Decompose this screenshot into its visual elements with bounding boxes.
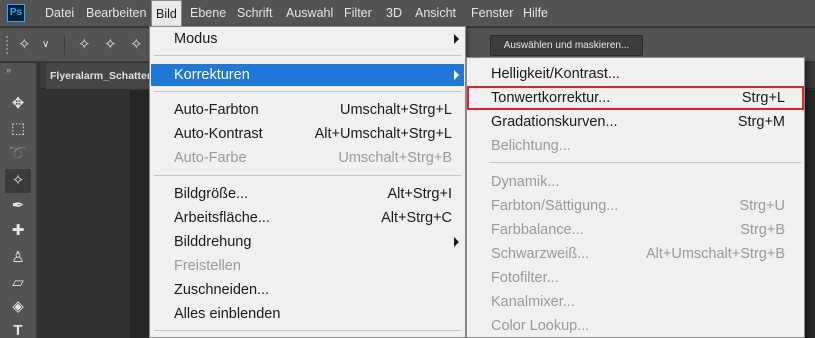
- menu-item-shortcut: Alt+Umschalt+Strg+L: [314, 126, 452, 142]
- menu-item-label: Schwarzweiß...: [491, 246, 590, 262]
- menu-divider: [489, 162, 801, 163]
- menu-item-label: Bildgröße...: [174, 186, 249, 202]
- menu-item-tonwertkorrektur[interactable]: Tonwertkorrektur... Strg+L: [467, 86, 804, 110]
- menu-item-label: Zuschneiden...: [174, 282, 270, 298]
- menu-item-shortcut: Alt+Strg+I: [387, 186, 452, 202]
- menu-item-auto-farbe: Auto-Farbe Umschalt+Strg+B: [151, 147, 464, 169]
- menu-fenster[interactable]: Fenster: [471, 0, 513, 27]
- menu-item-label: Gradationskurven...: [491, 114, 618, 130]
- menu-item-shortcut: Umschalt+Strg+B: [338, 150, 452, 166]
- menu-item-shortcut: Strg+B: [740, 222, 785, 238]
- korrekturen-submenu: Helligkeit/Kontrast... Tonwertkorrektur.…: [466, 57, 805, 338]
- menu-item-shortcut: Strg+L: [741, 90, 785, 106]
- menu-item-label: Farbbalance...: [491, 222, 584, 238]
- menu-item-label: Fotofilter...: [491, 270, 559, 286]
- menu-item-kanalmixer: Kanalmixer...: [468, 291, 803, 313]
- subtract-from-selection-icon[interactable]: ✧: [130, 36, 143, 54]
- menu-item-label: Auto-Farbton: [174, 102, 259, 118]
- tools-panel: » ✥ ⬚ ➰ ✧ ✒ ✚ ♙ ▱ ◈ T: [0, 63, 37, 338]
- menu-item-farbton-saettigung: Farbton/Sättigung... Strg+U: [468, 195, 803, 217]
- menu-bearbeiten[interactable]: Bearbeiten: [86, 0, 146, 27]
- options-bar-grip-icon[interactable]: [6, 36, 8, 54]
- add-to-selection-icon[interactable]: ✧: [104, 36, 117, 54]
- menu-item-shortcut: Umschalt+Strg+L: [339, 102, 452, 118]
- select-and-mask-button[interactable]: Auswählen und maskieren...: [490, 35, 643, 56]
- menu-hilfe[interactable]: Hilfe: [523, 0, 548, 27]
- menu-ebene[interactable]: Ebene: [190, 0, 226, 27]
- menu-divider: [154, 55, 461, 56]
- menu-item-modus[interactable]: Modus: [151, 28, 464, 50]
- menu-schrift[interactable]: Schrift: [237, 0, 272, 27]
- menu-item-helligkeit-kontrast[interactable]: Helligkeit/Kontrast...: [468, 63, 803, 85]
- menu-item-label: Tonwertkorrektur...: [491, 90, 611, 106]
- paint-bucket-tool-icon[interactable]: ◈: [5, 295, 31, 319]
- quick-selection-tool-icon[interactable]: ✧: [5, 169, 31, 193]
- menu-item-label: Korrekturen: [174, 67, 250, 83]
- menu-item-label: Color Lookup...: [491, 318, 590, 334]
- menu-divider: [154, 330, 461, 331]
- quick-selection-preset-icon[interactable]: ✧: [18, 36, 31, 54]
- menu-filter[interactable]: Filter: [344, 0, 372, 27]
- menu-item-label: Modus: [174, 31, 218, 47]
- collapse-panel-icon[interactable]: »: [6, 65, 11, 75]
- menu-divider: [154, 91, 461, 92]
- bild-menu: Modus Korrekturen Auto-Farbton Umschalt+…: [149, 26, 466, 338]
- menu-item-label: Auto-Farbe: [174, 150, 247, 166]
- menu-item-shortcut: Alt+Strg+C: [381, 210, 452, 226]
- menu-item-label: Kanalmixer...: [491, 294, 575, 310]
- photoshop-logo-icon: Ps: [7, 4, 25, 22]
- menu-item-label: Arbeitsfläche...: [174, 210, 270, 226]
- menu-item-dynamik: Dynamik...: [468, 171, 803, 193]
- marquee-tool-icon[interactable]: ⬚: [5, 117, 31, 141]
- chevron-down-icon[interactable]: ∨: [42, 36, 49, 54]
- healing-brush-tool-icon[interactable]: ✚: [5, 219, 31, 243]
- menu-item-label: Auto-Kontrast: [174, 126, 263, 142]
- menu-bar: Ps Datei Bearbeiten Bild Ebene Schrift A…: [0, 0, 815, 27]
- menu-item-freistellen: Freistellen: [151, 255, 464, 277]
- menu-auswahl[interactable]: Auswahl: [286, 0, 333, 27]
- menu-datei[interactable]: Datei: [45, 0, 74, 27]
- menu-item-bildgroesse[interactable]: Bildgröße... Alt+Strg+I: [151, 183, 464, 205]
- clone-stamp-tool-icon[interactable]: ♙: [5, 246, 31, 270]
- options-separator: [64, 35, 65, 55]
- menu-bild[interactable]: Bild: [151, 0, 182, 27]
- menu-item-alles-einblenden[interactable]: Alles einblenden: [151, 303, 464, 325]
- menu-item-label: Bilddrehung: [174, 234, 252, 250]
- submenu-arrow-icon: [454, 70, 459, 80]
- new-selection-icon[interactable]: ✧: [78, 36, 91, 54]
- menu-item-auto-kontrast[interactable]: Auto-Kontrast Alt+Umschalt+Strg+L: [151, 123, 464, 145]
- menu-item-shortcut: Strg+U: [739, 198, 785, 214]
- menu-item-auto-farbton[interactable]: Auto-Farbton Umschalt+Strg+L: [151, 99, 464, 121]
- eyedropper-tool-icon[interactable]: ✒: [5, 194, 31, 218]
- menu-item-farbbalance: Farbbalance... Strg+B: [468, 219, 803, 241]
- document-tab[interactable]: Flyeralarm_Schatten: [46, 63, 166, 89]
- move-tool-icon[interactable]: ✥: [5, 92, 31, 116]
- menu-divider: [154, 175, 461, 176]
- menu-item-shortcut: Strg+M: [737, 114, 785, 130]
- menu-item-shortcut: Alt+Umschalt+Strg+B: [645, 246, 785, 262]
- menu-item-color-lookup: Color Lookup...: [468, 315, 803, 337]
- menu-item-korrekturen[interactable]: Korrekturen: [151, 64, 464, 86]
- lasso-tool-icon[interactable]: ➰: [5, 142, 31, 166]
- menu-item-label: Helligkeit/Kontrast...: [491, 66, 620, 82]
- menu-item-label: Dynamik...: [491, 174, 560, 190]
- menu-item-label: Alles einblenden: [174, 306, 281, 322]
- menu-item-fotofilter: Fotofilter...: [468, 267, 803, 289]
- menu-item-belichtung: Belichtung...: [468, 135, 803, 157]
- menu-item-label: Farbton/Sättigung...: [491, 198, 619, 214]
- submenu-arrow-icon: [454, 34, 459, 44]
- menu-3d[interactable]: 3D: [386, 0, 402, 27]
- menu-item-bilddrehung[interactable]: Bilddrehung: [151, 231, 464, 253]
- menu-item-gradationskurven[interactable]: Gradationskurven... Strg+M: [468, 111, 803, 133]
- type-tool-icon[interactable]: T: [5, 319, 31, 338]
- menu-item-label: Freistellen: [174, 258, 241, 274]
- eraser-tool-icon[interactable]: ▱: [5, 271, 31, 295]
- menu-item-schwarzweiss: Schwarzweiß... Alt+Umschalt+Strg+B: [468, 243, 803, 265]
- menu-item-zuschneiden[interactable]: Zuschneiden...: [151, 279, 464, 301]
- menu-item-arbeitsflaeche[interactable]: Arbeitsfläche... Alt+Strg+C: [151, 207, 464, 229]
- submenu-arrow-icon: [454, 237, 459, 247]
- menu-item-label: Belichtung...: [491, 138, 571, 154]
- menu-ansicht[interactable]: Ansicht: [415, 0, 456, 27]
